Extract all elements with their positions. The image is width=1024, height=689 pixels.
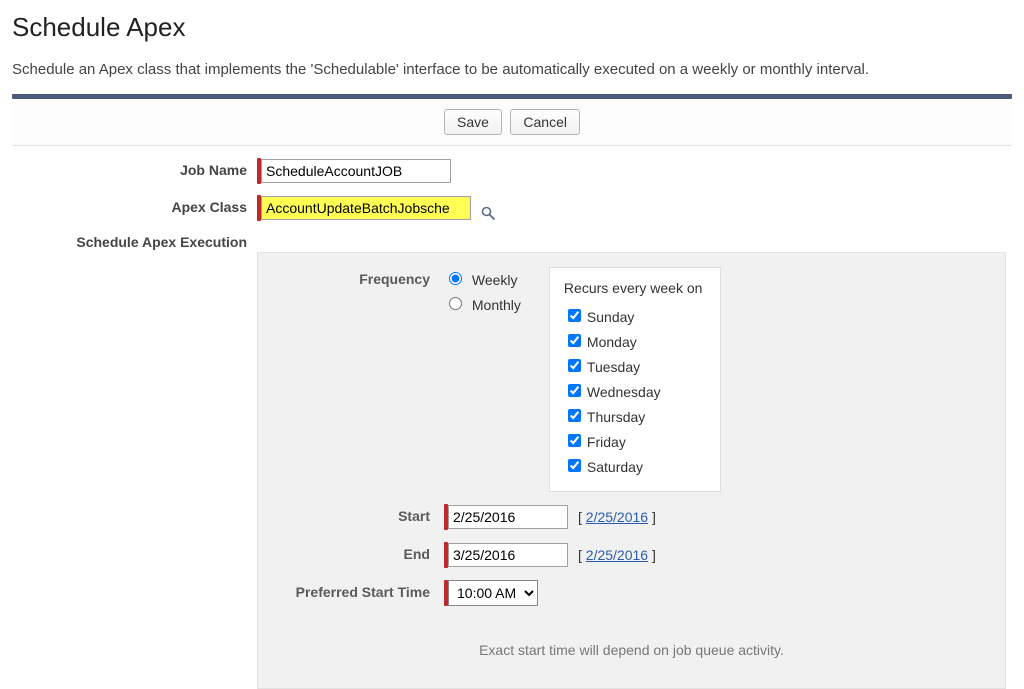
day-text: Thursday <box>587 409 645 425</box>
start-date-hint: [ 2/25/2016 ] <box>578 509 656 525</box>
end-date-hint: [ 2/25/2016 ] <box>578 547 656 563</box>
frequency-monthly-radio[interactable] <box>449 297 462 310</box>
end-label: End <box>274 542 444 562</box>
preferred-start-time-label: Preferred Start Time <box>274 580 444 600</box>
schedule-section-label: Schedule Apex Execution <box>12 230 257 250</box>
end-date-input[interactable] <box>448 543 568 567</box>
schedule-panel: Frequency Weekly Monthly Recurs ever <box>257 252 1006 689</box>
day-checkbox[interactable] <box>568 434 581 447</box>
apex-class-input[interactable] <box>261 196 471 220</box>
day-text: Saturday <box>587 459 643 475</box>
button-bar: Save Cancel <box>12 99 1012 146</box>
start-date-input[interactable] <box>448 505 568 529</box>
job-name-label: Job Name <box>12 156 257 178</box>
day-option-wednesday[interactable]: Wednesday <box>564 381 703 400</box>
cancel-button[interactable]: Cancel <box>510 109 580 135</box>
helper-text: Exact start time will depend on job queu… <box>274 642 989 658</box>
day-text: Wednesday <box>587 384 661 400</box>
day-checkbox[interactable] <box>568 409 581 422</box>
preferred-start-time-select[interactable]: 10:00 AM <box>448 580 538 606</box>
day-text: Friday <box>587 434 626 450</box>
day-option-monday[interactable]: Monday <box>564 331 703 350</box>
day-text: Monday <box>587 334 637 350</box>
day-option-thursday[interactable]: Thursday <box>564 406 703 425</box>
frequency-weekly-radio[interactable] <box>449 272 462 285</box>
day-checkbox[interactable] <box>568 384 581 397</box>
day-checkbox[interactable] <box>568 359 581 372</box>
day-option-tuesday[interactable]: Tuesday <box>564 356 703 375</box>
day-checkbox[interactable] <box>568 334 581 347</box>
frequency-monthly-option[interactable]: Monthly <box>444 294 521 313</box>
save-button[interactable]: Save <box>444 109 502 135</box>
day-option-sunday[interactable]: Sunday <box>564 306 703 325</box>
day-checkbox[interactable] <box>568 459 581 472</box>
recur-box: Recurs every week on Sunday Monday Tuesd… <box>549 267 722 492</box>
page-title: Schedule Apex <box>12 12 1012 43</box>
apex-class-label: Apex Class <box>12 193 257 215</box>
frequency-weekly-option[interactable]: Weekly <box>444 269 521 288</box>
day-option-saturday[interactable]: Saturday <box>564 456 703 475</box>
recur-title: Recurs every week on <box>564 280 703 296</box>
page-subtitle: Schedule an Apex class that implements t… <box>12 61 1012 78</box>
job-name-input[interactable] <box>261 159 451 183</box>
start-label: Start <box>274 504 444 524</box>
start-date-link[interactable]: 2/25/2016 <box>586 509 648 525</box>
frequency-monthly-text: Monthly <box>472 297 521 313</box>
day-option-friday[interactable]: Friday <box>564 431 703 450</box>
day-text: Tuesday <box>587 359 640 375</box>
frequency-weekly-text: Weekly <box>472 272 518 288</box>
day-text: Sunday <box>587 309 634 325</box>
frequency-label: Frequency <box>274 267 444 287</box>
lookup-icon[interactable] <box>479 204 497 222</box>
end-date-link[interactable]: 2/25/2016 <box>586 547 648 563</box>
day-checkbox[interactable] <box>568 309 581 322</box>
